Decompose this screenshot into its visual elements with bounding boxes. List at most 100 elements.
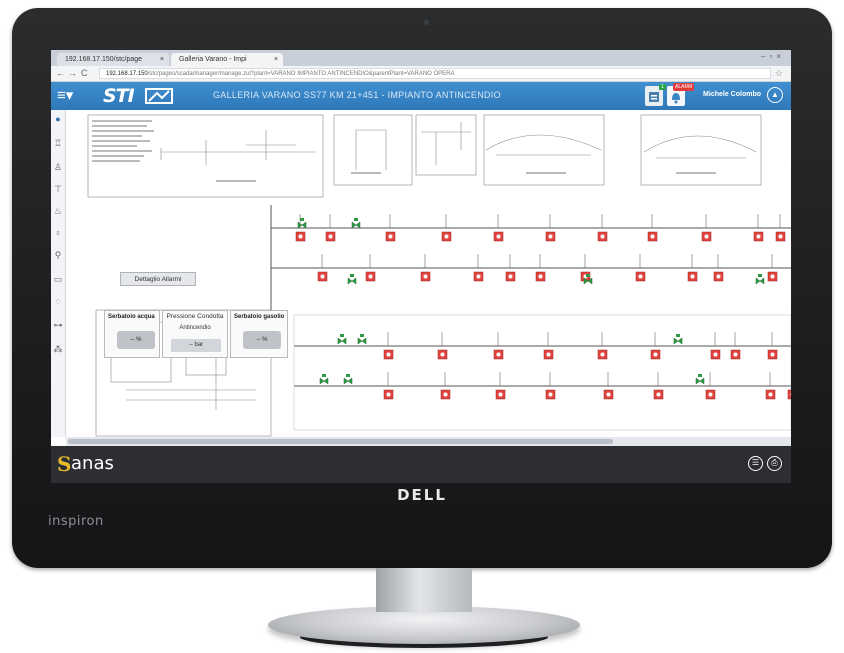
pressure-panel: Pressione Condotta Antincendio -- bar: [162, 310, 228, 358]
app-footer: S anas ☰ ⎙: [51, 446, 791, 483]
user-name[interactable]: Michele Colombo: [703, 91, 761, 98]
pressure-value: -- bar: [171, 339, 221, 352]
close-tab-icon[interactable]: ×: [160, 53, 164, 66]
webcam: [424, 20, 429, 25]
notification-badge: 1: [659, 84, 666, 90]
hydrant-marker-dot: [716, 274, 721, 279]
valve-marker[interactable]: [347, 274, 357, 285]
hydrant-marker-dot: [656, 392, 661, 397]
bookmark-star-icon[interactable]: ☆: [775, 68, 783, 79]
alarm-details-button[interactable]: Dettaglio Allarmi: [120, 272, 196, 286]
diesel-tank-panel: Serbatoio gasolio -- %: [230, 310, 288, 358]
alarm-badge: ALARM: [673, 83, 695, 91]
hydrant-marker-dot: [768, 392, 773, 397]
hamburger-menu-icon[interactable]: ≡▾: [57, 88, 73, 104]
valve-marker[interactable]: [695, 374, 705, 385]
scada-canvas: Dettaglio Allarmi Serbatoio acqua -- % P…: [66, 110, 791, 437]
valve-marker[interactable]: [319, 374, 329, 385]
address-bar-row: ← → C 192.168.17.150/stc/pages/scada/man…: [51, 66, 791, 82]
logo-mark-icon: [145, 88, 173, 104]
scrollbar-thumb[interactable]: [68, 439, 613, 444]
pipe-icon[interactable]: ⊶: [53, 320, 63, 330]
pressure-subtitle: Antincendio: [179, 325, 211, 331]
hydrant-marker-dot: [320, 274, 325, 279]
fire-icon[interactable]: ♨: [53, 206, 63, 216]
hydrant-marker-dot: [638, 274, 643, 279]
hydrant-marker-dot: [538, 274, 543, 279]
hydrant-marker-dot: [423, 274, 428, 279]
technical-drawings: [87, 114, 762, 198]
hydrant-marker-dot: [600, 234, 605, 239]
valve-marker[interactable]: [357, 334, 367, 345]
pump-icon[interactable]: ♙: [53, 162, 63, 172]
screen: 192.168.17.150/stc/page × Galleria Varan…: [51, 50, 791, 483]
diesel-tank-title: Serbatoio gasolio: [234, 314, 285, 320]
hydrant-marker-dot: [298, 234, 303, 239]
user-avatar-icon[interactable]: ▲: [767, 87, 783, 103]
pressure-title: Pressione Condotta: [166, 313, 224, 320]
hydrant-icon[interactable]: ♖: [53, 138, 63, 148]
url-path: /stc/pages/scada/manager/manage.zul?plan…: [147, 71, 455, 77]
hydrant-marker-dot: [770, 274, 775, 279]
hydrant-marker-dot: [650, 234, 655, 239]
home-icon[interactable]: ●: [53, 114, 63, 124]
list-menu-icon[interactable]: ☰: [748, 456, 763, 471]
back-icon[interactable]: ←: [56, 68, 65, 79]
hydrant-marker-dot: [546, 352, 551, 357]
hydrant-marker-dot: [496, 352, 501, 357]
hydrant-marker-dot: [444, 234, 449, 239]
valve-icon[interactable]: ⊤: [53, 184, 63, 194]
diesel-tank-value: -- %: [243, 331, 281, 349]
hydrant-marker-dot: [388, 234, 393, 239]
valve-marker[interactable]: [337, 334, 347, 345]
network-icon[interactable]: ⁂: [53, 344, 63, 354]
monitor-stand-neck: [376, 568, 472, 612]
valve-marker[interactable]: [673, 334, 683, 345]
hydrant-markers: [295, 214, 791, 400]
browser-tab-bar: 192.168.17.150/stc/page × Galleria Varan…: [51, 50, 791, 66]
device-brand-logo: DELL: [397, 486, 447, 504]
device-model-label: inspiron: [48, 514, 104, 529]
valve-marker[interactable]: [755, 274, 765, 285]
close-tab-icon[interactable]: ×: [274, 53, 278, 66]
page-title: GALLERIA VARANO SS77 KM 21+451 - IMPIANT…: [213, 90, 501, 100]
app-logo: STI: [103, 85, 135, 107]
sensor-icon[interactable]: ◌: [53, 296, 63, 306]
hydrant-marker-dot: [508, 274, 513, 279]
url-field[interactable]: 192.168.17.150/stc/pages/scada/manager/m…: [99, 68, 771, 79]
browser-tab-active[interactable]: Galleria Varano - Impi ×: [171, 53, 283, 66]
battery-icon[interactable]: ▭: [53, 274, 63, 284]
horizontal-scrollbar[interactable]: [66, 437, 791, 446]
reload-icon[interactable]: C: [81, 68, 88, 79]
window-controls[interactable]: –▫×: [761, 52, 785, 61]
browser-tab-label: 192.168.17.150/stc/page: [65, 56, 143, 63]
print-icon[interactable]: ⎙: [767, 456, 782, 471]
hydrant-marker-dot: [690, 274, 695, 279]
hydrant-marker-dot: [443, 392, 448, 397]
forward-icon[interactable]: →: [68, 68, 77, 79]
valve-marker[interactable]: [297, 218, 307, 229]
hydrant-marker-dot: [328, 234, 333, 239]
valve-marker[interactable]: [343, 374, 353, 385]
valve-markers: [297, 218, 765, 385]
hydrant-marker-dot: [440, 352, 445, 357]
url-host: 192.168.17.150: [106, 71, 148, 77]
browser-tab[interactable]: 192.168.17.150/stc/page ×: [57, 53, 169, 66]
app-header: ≡▾ STI GALLERIA VARANO SS77 KM 21+451 - …: [51, 82, 791, 110]
water-tank-panel: Serbatoio acqua -- %: [104, 310, 160, 358]
anas-logo-mark: S: [57, 452, 72, 476]
hydrant-marker-dot: [548, 392, 553, 397]
valve-marker[interactable]: [351, 218, 361, 229]
hydrant-marker-dot: [368, 274, 373, 279]
anas-logo-text: anas: [71, 453, 114, 474]
hydrant-marker-dot: [756, 234, 761, 239]
lamp-icon[interactable]: ⚲: [53, 250, 63, 260]
hydrant-marker-dot: [733, 352, 738, 357]
hydrant-marker-dot: [386, 392, 391, 397]
hydrant-marker-dot: [476, 274, 481, 279]
hydrant-marker-dot: [778, 234, 783, 239]
bulb-icon[interactable]: ♀: [53, 228, 63, 238]
hydrant-marker-dot: [713, 352, 718, 357]
hydrant-marker-dot: [606, 392, 611, 397]
hydrant-marker-dot: [770, 352, 775, 357]
